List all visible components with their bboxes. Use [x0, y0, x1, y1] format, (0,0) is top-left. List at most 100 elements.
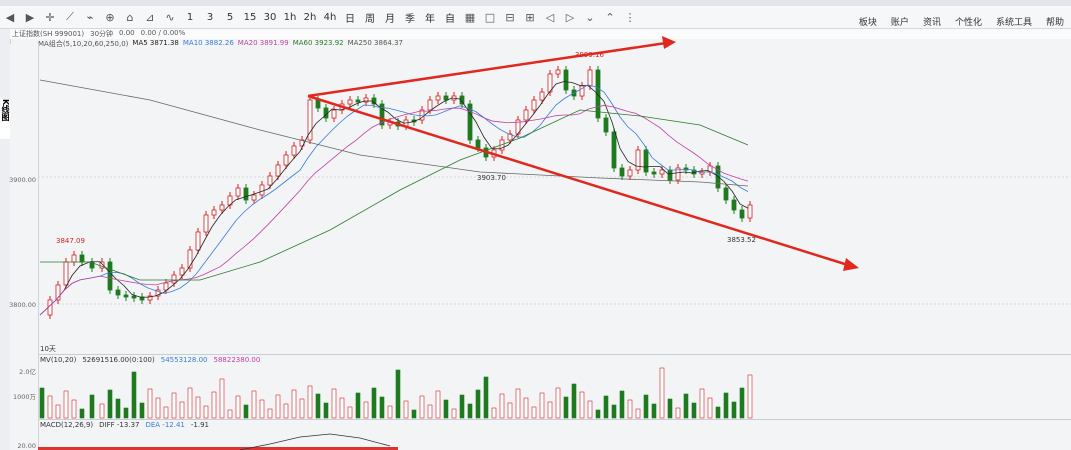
candle	[635, 149, 641, 171]
volume-bar	[89, 394, 95, 419]
volume-bar	[611, 404, 617, 419]
volume-bar	[459, 394, 465, 419]
candle	[347, 99, 353, 105]
volume-bar	[275, 394, 281, 419]
volume-bar	[491, 407, 497, 419]
candle	[107, 261, 113, 291]
candle	[603, 117, 609, 133]
volume-bar	[323, 402, 329, 419]
mid-low-label: 3903.70	[477, 174, 506, 182]
volume-bar	[347, 406, 353, 419]
left-label: 3847.09	[56, 237, 85, 245]
candle	[203, 214, 209, 233]
volume-bar	[699, 388, 705, 419]
candle	[355, 99, 361, 103]
candle	[79, 254, 85, 263]
ma250-line	[39, 79, 749, 187]
candle	[243, 187, 249, 201]
volume-bar	[243, 404, 249, 419]
volume-bar	[587, 400, 593, 419]
macd-diff-line	[239, 433, 391, 450]
volume-bar	[595, 409, 601, 419]
candle	[219, 204, 225, 211]
volume-bar	[435, 390, 441, 419]
volume-bar	[63, 390, 69, 419]
candle	[47, 299, 53, 316]
volume-bar	[547, 401, 553, 419]
volume-bar	[499, 393, 505, 419]
volume-bar	[635, 408, 641, 419]
volume-bar	[675, 407, 681, 419]
volume-bar	[563, 396, 569, 419]
candle	[291, 145, 297, 156]
candle	[315, 99, 321, 109]
volume-bar	[235, 395, 241, 419]
candle	[475, 139, 481, 149]
volume-bar	[555, 387, 561, 419]
candle	[179, 267, 185, 276]
volume-bar	[715, 406, 721, 419]
volume-bar	[291, 389, 297, 419]
candle	[555, 69, 561, 75]
volume-bar	[427, 404, 433, 419]
volume-bar	[403, 400, 409, 419]
volume-bar	[307, 385, 313, 419]
volume-bar	[515, 388, 521, 419]
volume-bar	[523, 397, 529, 419]
volume-bar	[147, 388, 153, 419]
candle	[259, 184, 265, 196]
volume-bar	[739, 387, 745, 419]
volume-bar	[211, 391, 217, 419]
volume-bar	[451, 408, 457, 419]
volume-bar	[659, 367, 665, 419]
candle	[539, 91, 545, 101]
volume-bar	[155, 397, 161, 419]
candle	[331, 109, 337, 119]
volume-bar	[643, 394, 649, 419]
volume-bar	[443, 399, 449, 419]
candle	[283, 154, 289, 166]
volume-bar	[283, 403, 289, 419]
candle	[115, 289, 121, 296]
candle	[619, 167, 625, 177]
volume-bar	[131, 371, 137, 419]
ma60-line	[40, 109, 749, 281]
volume-bar	[691, 402, 697, 419]
candle	[123, 294, 129, 298]
recent-low-label: 3853.52	[727, 236, 756, 244]
volume-bar	[139, 402, 145, 419]
candle	[747, 204, 753, 219]
candle	[595, 69, 601, 119]
volume-bar	[539, 392, 545, 419]
candle	[435, 95, 441, 101]
volume-bar	[99, 403, 105, 419]
volume-bar	[219, 378, 225, 419]
trendline-upper	[307, 41, 667, 98]
volume-bar	[163, 406, 169, 419]
volume-bar	[579, 391, 585, 419]
kline-chart[interactable]: 3999.16 3903.70 3847.09 3853.52 10天	[0, 0, 1071, 450]
volume-bar	[707, 397, 713, 419]
candle	[443, 95, 449, 101]
volume-bar	[683, 393, 689, 419]
volume-bar	[107, 389, 113, 419]
volume-bar	[195, 396, 201, 419]
candle	[651, 171, 657, 175]
volume-bar	[379, 396, 385, 419]
bottom-tag: 10天	[40, 345, 56, 353]
volume-bar	[79, 408, 85, 419]
candle	[251, 194, 257, 201]
volume-bar	[339, 397, 345, 419]
candle	[627, 169, 633, 177]
volume-bar	[47, 395, 53, 419]
volume-bar	[603, 395, 609, 419]
volume-bar	[203, 405, 209, 419]
candle	[523, 109, 529, 121]
volume-bar	[55, 404, 61, 419]
candle	[275, 164, 281, 177]
volume-bar	[179, 401, 185, 419]
volume-bar	[387, 405, 393, 419]
volume-bar	[411, 409, 417, 419]
candle	[63, 261, 69, 286]
volume-bar	[371, 387, 377, 419]
